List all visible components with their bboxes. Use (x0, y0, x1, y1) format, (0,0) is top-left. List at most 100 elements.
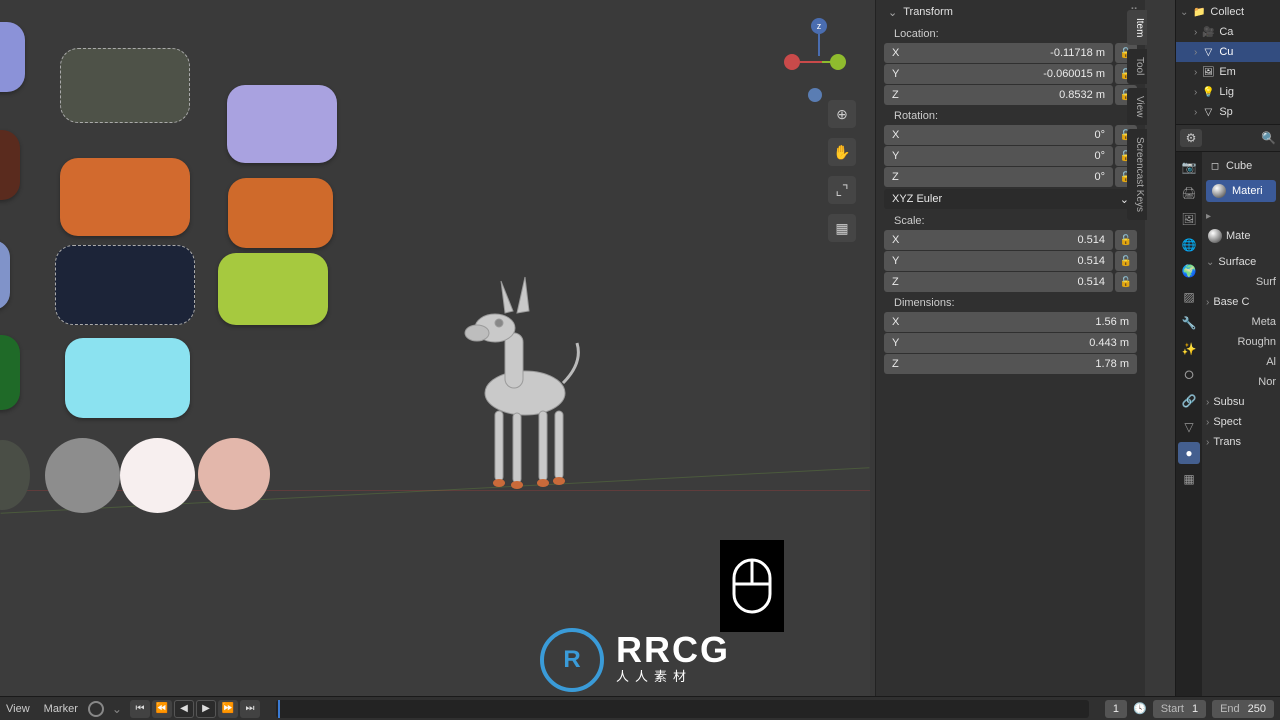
lock-icon[interactable]: 🔓 (1115, 251, 1137, 271)
autokey-icon[interactable] (88, 701, 104, 717)
tab-tool[interactable]: Tool (1127, 49, 1147, 83)
axis-x-icon[interactable] (784, 54, 800, 70)
orientation-gizmo[interactable]: z (776, 10, 856, 100)
tab-render[interactable]: 📷 (1178, 156, 1200, 178)
keying-icon[interactable]: ⌄ (112, 702, 122, 716)
tab-constraints[interactable]: 🔗 (1178, 390, 1200, 412)
frame-start-field[interactable]: Start1 (1153, 700, 1206, 718)
tab-object[interactable]: ▨ (1178, 286, 1200, 308)
swatch-lilac[interactable] (227, 85, 337, 163)
jump-start-button[interactable]: ⏮ (130, 700, 150, 718)
row-transmission[interactable]: ›Trans (1206, 432, 1276, 452)
menu-view[interactable]: View (6, 703, 30, 715)
location-z-field[interactable]: Z0.8532 m (884, 85, 1113, 105)
tab-physics[interactable]: ⭘ (1178, 364, 1200, 386)
rotation-mode-dropdown[interactable]: XYZ Euler⌄ (884, 189, 1137, 209)
swatch-lime[interactable] (218, 253, 328, 325)
swatch-orange[interactable] (60, 158, 190, 236)
axis-neg-icon[interactable] (808, 88, 822, 102)
rotation-z-field[interactable]: Z0° (884, 167, 1113, 187)
tab-output[interactable]: 🖨 (1178, 182, 1200, 204)
move-icon[interactable]: ✋ (828, 138, 856, 166)
tab-material[interactable]: ● (1178, 442, 1200, 464)
outliner-collection[interactable]: ⌄ 📁 Collect (1176, 2, 1280, 22)
tab-world[interactable]: 🌍 (1178, 260, 1200, 282)
row-surface[interactable]: Surf (1206, 272, 1276, 292)
viewport-3d[interactable]: z ⊕ ✋ ⌞⌝ ▦ R RRCG 人人素材 (0, 0, 870, 700)
swatch-navy[interactable] (55, 245, 195, 325)
material-slot[interactable]: Materi (1206, 180, 1276, 202)
swatch-gray[interactable] (45, 438, 120, 513)
material-dropdown[interactable]: Mate (1206, 226, 1276, 246)
swatch-orange-2[interactable] (228, 178, 333, 248)
row-base-color[interactable]: ›Base C (1206, 292, 1276, 312)
outliner-item-cube[interactable]: ›▽Cu (1176, 42, 1280, 62)
row-subsurface[interactable]: ›Subsu (1206, 392, 1276, 412)
dim-x-field[interactable]: X1.56 m (884, 312, 1137, 332)
keyframe-prev-button[interactable]: ⏪ (152, 700, 172, 718)
outliner[interactable]: ⌄ 📁 Collect ›🎥Ca ›▽Cu ›🖼Em ›💡Lig ›▽Sp (1176, 0, 1280, 124)
swatch-green[interactable] (0, 335, 20, 410)
filter-icon[interactable]: ⚙ (1180, 129, 1202, 147)
properties-breadcrumb[interactable]: ◻ Cube (1206, 156, 1276, 176)
outliner-item-light[interactable]: ›💡Lig (1176, 82, 1280, 102)
row-specular[interactable]: ›Spect (1206, 412, 1276, 432)
row-roughness[interactable]: Roughn (1206, 332, 1276, 352)
rotation-y-field[interactable]: Y0° (884, 146, 1113, 166)
chevron-right-icon: › (1206, 417, 1209, 428)
scale-x-field[interactable]: X0.514 (884, 230, 1113, 250)
scale-z-field[interactable]: Z0.514 (884, 272, 1113, 292)
axis-y-icon[interactable] (830, 54, 846, 70)
keyframe-next-button[interactable]: ⏩ (218, 700, 238, 718)
swatch-white[interactable] (120, 438, 195, 513)
tab-data[interactable]: ▽ (1178, 416, 1200, 438)
outliner-item-empty[interactable]: ›🖼Em (1176, 62, 1280, 82)
dim-z-field[interactable]: Z1.78 m (884, 354, 1137, 374)
frame-end-field[interactable]: End250 (1212, 700, 1274, 718)
play-reverse-button[interactable]: ◀ (174, 700, 194, 718)
play-button[interactable]: ▶ (196, 700, 216, 718)
dim-y-field[interactable]: Y0.443 m (884, 333, 1137, 353)
swatch-slate[interactable] (0, 240, 10, 310)
search-icon[interactable]: 🔍 (1261, 131, 1276, 145)
row-normal[interactable]: Nor (1206, 372, 1276, 392)
tab-particles[interactable]: ✨ (1178, 338, 1200, 360)
location-x-field[interactable]: X-0.11718 m (884, 43, 1113, 63)
outliner-item-sphere[interactable]: ›▽Sp (1176, 102, 1280, 122)
clock-icon[interactable]: 🕓 (1133, 702, 1147, 715)
tab-texture[interactable]: ▦ (1178, 468, 1200, 490)
jump-end-button[interactable]: ⏭ (240, 700, 260, 718)
frame-current-field[interactable]: 1 (1105, 700, 1127, 718)
scale-y-field[interactable]: Y0.514 (884, 251, 1113, 271)
zoom-icon[interactable]: ⊕ (828, 100, 856, 128)
chevron-right-icon[interactable]: ▸ (1206, 211, 1211, 222)
swatch-maroon[interactable] (0, 130, 20, 200)
timeline-track[interactable] (276, 700, 1089, 718)
tab-viewlayer[interactable]: 🖼 (1178, 208, 1200, 230)
tab-view[interactable]: View (1127, 88, 1147, 126)
rotation-x-field[interactable]: X0° (884, 125, 1113, 145)
donkey-model[interactable] (455, 263, 595, 493)
swatch-olive[interactable] (60, 48, 190, 123)
transform-header[interactable]: ⌄ Transform (876, 0, 1145, 24)
axis-z-icon[interactable]: z (811, 18, 827, 34)
n-panel-tabs: Item Tool View Screencast Keys (1127, 10, 1147, 220)
swatch-lavender[interactable] (0, 22, 25, 92)
lock-icon[interactable]: 🔓 (1115, 272, 1137, 292)
tab-modifiers[interactable]: 🔧 (1178, 312, 1200, 334)
row-metallic[interactable]: Meta (1206, 312, 1276, 332)
tab-scene[interactable]: 🌐 (1178, 234, 1200, 256)
tab-item[interactable]: Item (1127, 10, 1147, 45)
surface-header[interactable]: ⌄Surface (1206, 252, 1276, 272)
playhead[interactable] (278, 700, 280, 718)
swatch-pink[interactable] (198, 438, 270, 510)
row-alpha[interactable]: Al (1206, 352, 1276, 372)
camera-icon[interactable]: ⌞⌝ (828, 176, 856, 204)
tab-screencast[interactable]: Screencast Keys (1127, 129, 1147, 220)
menu-marker[interactable]: Marker (44, 703, 78, 715)
outliner-item-camera[interactable]: ›🎥Ca (1176, 22, 1280, 42)
persp-icon[interactable]: ▦ (828, 214, 856, 242)
location-y-field[interactable]: Y-0.060015 m (884, 64, 1113, 84)
swatch-cyan[interactable] (65, 338, 190, 418)
lock-icon[interactable]: 🔓 (1115, 230, 1137, 250)
